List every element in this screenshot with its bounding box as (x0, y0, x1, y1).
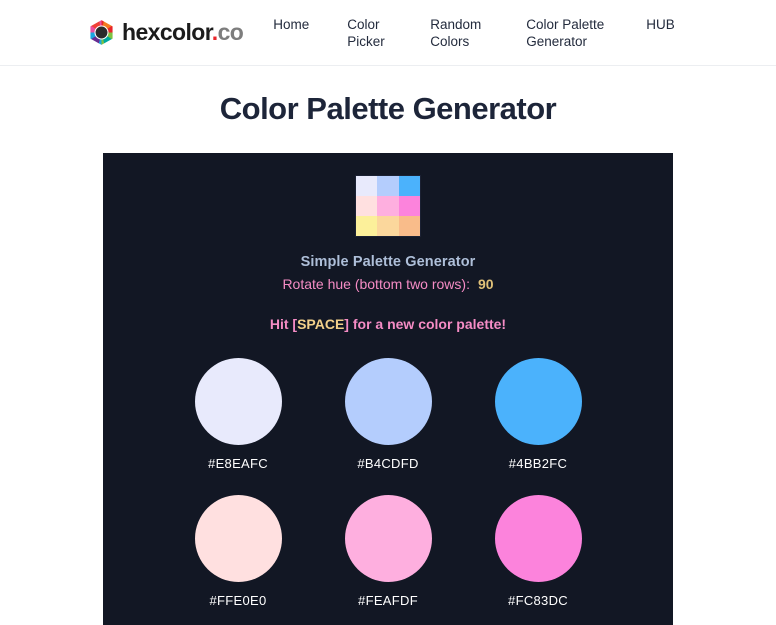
nav-item-color-picker[interactable]: Color Picker (347, 17, 430, 51)
swatch-hex-label: #FEAFDF (358, 593, 418, 608)
nav-label-color-palette-generator: Color Palette Generator (526, 16, 605, 49)
swatch-circle[interactable] (344, 358, 432, 445)
swatch-circle[interactable] (494, 358, 582, 445)
site-header: hexcolor.co Home Color Picker Random Col… (0, 0, 776, 66)
hint-prefix: Hit [ (269, 316, 298, 332)
nav-link-color-picker[interactable]: Color Picker (347, 17, 419, 51)
swatch-circle[interactable] (344, 495, 432, 582)
panel-subtitle: Simple Palette Generator (300, 254, 476, 270)
swatch-circle[interactable] (194, 358, 282, 445)
swatch-circle[interactable] (494, 495, 582, 582)
nav-item-hub[interactable]: HUB (646, 17, 675, 34)
nav-link-hub[interactable]: HUB (646, 17, 675, 34)
preview-cell-3 (356, 196, 378, 216)
nav-link-random-colors[interactable]: Random Colors (430, 17, 502, 51)
site-logo-text: hexcolor.co (122, 19, 244, 45)
palette-generator-panel: Simple Palette Generator Rotate hue (bot… (103, 153, 673, 625)
hint-suffix: ] for a new color palette! (344, 316, 507, 332)
preview-cell-4 (377, 196, 399, 216)
rotate-hue-value: 90 (477, 276, 494, 292)
color-swatch[interactable]: #E8EAFC (179, 358, 297, 471)
nav-item-color-palette-generator[interactable]: Color Palette Generator (526, 17, 646, 51)
swatch-circle[interactable] (194, 495, 282, 582)
main-navigation: Home Color Picker Random Colors Color Pa… (273, 15, 675, 51)
color-swatch[interactable]: #FC83DC (479, 495, 597, 608)
rotate-hue-row: Rotate hue (bottom two rows): 90 (103, 276, 673, 292)
preview-cell-0 (356, 176, 378, 196)
preview-cell-2 (398, 176, 420, 196)
hint-space-key: SPACE (297, 316, 345, 332)
nav-link-color-palette-generator[interactable]: Color Palette Generator (526, 17, 610, 51)
hexagon-color-wheel-icon (88, 18, 115, 47)
preview-cell-8 (398, 216, 420, 236)
nav-link-home[interactable]: Home (273, 17, 309, 34)
space-hint: Hit [SPACE] for a new color palette! (103, 316, 673, 332)
preview-cell-1 (377, 176, 399, 196)
nav-label-hub: HUB (646, 16, 675, 32)
color-swatch[interactable]: #FEAFDF (329, 495, 447, 608)
preview-cell-6 (356, 216, 378, 236)
color-swatch[interactable]: #FFE0E0 (179, 495, 297, 608)
rotate-hue-label: Rotate hue (bottom two rows): (282, 276, 470, 292)
site-logo[interactable]: hexcolor.co (88, 18, 244, 47)
color-swatch[interactable]: #B4CDFD (329, 358, 447, 471)
swatch-hex-label: #4BB2FC (508, 456, 568, 471)
nav-label-color-picker: Color Picker (347, 16, 385, 49)
swatch-row-bottom: #FFE0E0 #FEAFDF #FC83DC (103, 495, 673, 608)
color-swatch[interactable]: #4BB2FC (479, 358, 597, 471)
nav-item-random-colors[interactable]: Random Colors (430, 17, 526, 51)
swatch-hex-label: #FFE0E0 (209, 593, 267, 608)
nav-label-home: Home (273, 16, 310, 32)
swatch-hex-label: #B4CDFD (357, 456, 419, 471)
nav-item-home[interactable]: Home (273, 17, 347, 34)
palette-preview-grid (355, 175, 421, 237)
page-title: Color Palette Generator (219, 91, 557, 126)
swatch-hex-label: #FC83DC (508, 593, 568, 608)
preview-cell-7 (377, 216, 399, 236)
preview-cell-5 (398, 196, 420, 216)
swatch-hex-label: #E8EAFC (208, 456, 268, 471)
swatch-row-top: #E8EAFC #B4CDFD #4BB2FC (103, 358, 673, 471)
nav-label-random-colors: Random Colors (430, 16, 482, 49)
logo-text-tld: co (217, 19, 244, 45)
logo-text-main: hexcolor (122, 19, 212, 45)
